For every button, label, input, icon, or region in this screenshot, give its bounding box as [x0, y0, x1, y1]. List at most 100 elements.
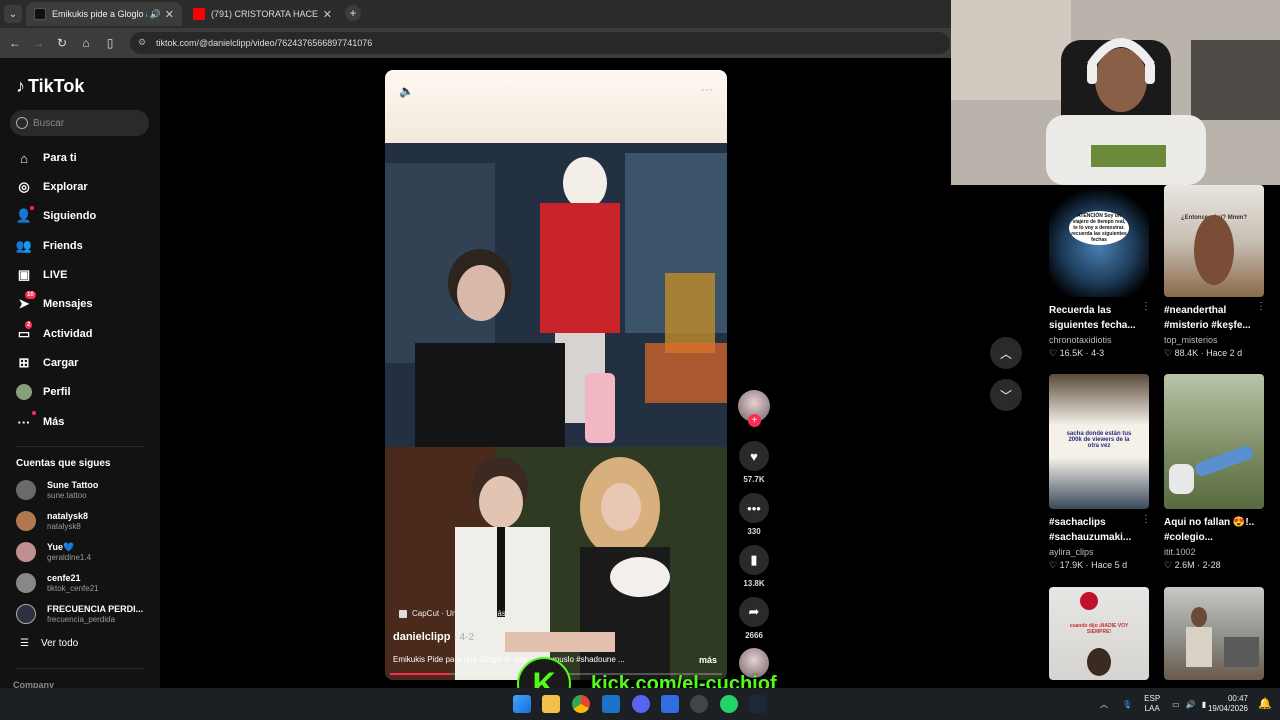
- see-all-button[interactable]: ☰ Ver todo: [20, 638, 78, 649]
- previous-video-button[interactable]: ︿: [990, 337, 1022, 369]
- reco-author: aylira_clips: [1049, 547, 1094, 557]
- reco-card[interactable]: ¿Entonces Así? Mmm? ⋮ #neanderthal #mist…: [1164, 185, 1266, 359]
- comment-button[interactable]: ••• 330: [737, 493, 771, 536]
- more-options-icon[interactable]: ⋮: [1256, 301, 1266, 312]
- author-avatar-button[interactable]: +: [737, 390, 771, 427]
- close-tab-icon[interactable]: ✕: [165, 8, 174, 21]
- follow-plus-icon[interactable]: +: [748, 414, 761, 427]
- home-icon: ⌂: [20, 150, 28, 166]
- reco-thumbnail: ¿Entonces Así? Mmm?: [1164, 185, 1264, 297]
- nav-cargar[interactable]: ⊞ Cargar: [16, 352, 79, 374]
- nav-explorar[interactable]: ◎ Explorar: [16, 176, 87, 198]
- next-video-button[interactable]: ﹀: [990, 379, 1022, 411]
- battery-icon[interactable]: ▮: [1202, 700, 1206, 709]
- address-bar[interactable]: ⚙ tiktok.com/@danielclipp/video/76243765…: [130, 32, 950, 54]
- video-player[interactable]: 🔈 ··· CapCut · Una edición más fácil dan…: [385, 70, 727, 680]
- reco-card[interactable]: ATENCIÓN Soy un viajero de tiempo real, …: [1049, 185, 1151, 359]
- reload-icon[interactable]: ↻: [53, 34, 71, 52]
- microphone-icon[interactable]: 🎙: [1122, 700, 1132, 709]
- following-account[interactable]: cenfe21 tiktok_cenfe21: [16, 570, 99, 596]
- account-username: geraldine1.4: [47, 553, 92, 562]
- network-icon[interactable]: ▭: [1172, 700, 1180, 709]
- account-username: frecuencia_perdida: [47, 615, 116, 624]
- capcut-text: CapCut · Una edición más fácil: [412, 609, 523, 618]
- video-author[interactable]: danielclipp · 4-2: [393, 631, 474, 643]
- following-account[interactable]: natalysk8 natalysk8: [16, 508, 88, 534]
- tab-inactive[interactable]: (791) CRISTORATA HACE COMPRAS ✕: [185, 2, 340, 26]
- reco-card[interactable]: [1164, 587, 1264, 680]
- back-icon[interactable]: ←: [6, 34, 24, 52]
- obs-icon[interactable]: [690, 695, 708, 713]
- reco-thumbnail: cuando dijo ¡NADIE VOY SIEMPRE!: [1049, 587, 1149, 680]
- site-info-icon[interactable]: ⚙: [138, 37, 150, 49]
- reco-likes: 16.5K: [1059, 348, 1084, 358]
- following-account[interactable]: Yue💙 geraldine1.4: [16, 539, 91, 565]
- close-tab-icon[interactable]: ✕: [323, 8, 332, 21]
- windows-start-icon[interactable]: [513, 695, 531, 713]
- notifications-icon[interactable]: 🔔: [1258, 697, 1272, 710]
- video-frame-top: [385, 143, 727, 447]
- whatsapp-icon[interactable]: [720, 695, 738, 713]
- reco-date: Hace 5 d: [1091, 560, 1128, 570]
- discord-icon[interactable]: [632, 695, 650, 713]
- tab-search-button[interactable]: ⌄: [4, 5, 22, 23]
- reco-card[interactable]: sacha donde están tus 200k de viewers de…: [1049, 374, 1151, 571]
- new-tab-button[interactable]: +: [345, 5, 361, 21]
- nav-para-ti[interactable]: ⌂ Para ti: [16, 147, 77, 169]
- sidebar-divider: [16, 446, 144, 447]
- nav-label: Friends: [43, 240, 83, 252]
- heart-outline-icon: ♡: [1049, 348, 1058, 358]
- nav-siguiendo[interactable]: 👤 Siguiendo: [16, 205, 96, 227]
- clock[interactable]: 00:47 19/04/2026: [1208, 694, 1248, 714]
- reco-card[interactable]: Aqui no fallan 😍!.. #colegio... itit.100…: [1164, 374, 1264, 571]
- reco-meta: ♡ 16.5K · 4-3: [1049, 348, 1105, 358]
- nav-live[interactable]: ▣ LIVE: [16, 264, 68, 286]
- volume-icon[interactable]: 🔊: [1186, 700, 1196, 709]
- more-icon: ···: [16, 411, 36, 430]
- reading-mode-icon[interactable]: ▯: [101, 34, 119, 52]
- more-options-icon[interactable]: ⋮: [1141, 301, 1151, 312]
- audio-playing-icon[interactable]: 🔊: [150, 9, 161, 20]
- avatar: [16, 511, 36, 531]
- nav-mas[interactable]: ··· Más: [16, 411, 64, 433]
- chrome-icon[interactable]: [572, 695, 590, 713]
- thumbnail-caption: ATENCIÓN Soy un viajero de tiempo real, …: [1069, 211, 1129, 245]
- tiktok-logo[interactable]: ♪ TikTok: [16, 76, 84, 97]
- tab-active[interactable]: Emikukis pide a Gloglo acompañe muslo 🔊 …: [26, 2, 182, 26]
- reco-date: Hace 2 d: [1206, 348, 1243, 358]
- more-options-icon[interactable]: ⋮: [1141, 514, 1151, 525]
- video-more-icon[interactable]: ···: [701, 82, 713, 96]
- volume-icon[interactable]: 🔈: [399, 84, 414, 98]
- comment-icon: •••: [739, 493, 769, 523]
- video-date: · 4-2: [453, 632, 475, 643]
- tab-title: (791) CRISTORATA HACE COMPRAS: [211, 9, 319, 19]
- nav-mensajes[interactable]: ➤ 10 Mensajes: [16, 291, 93, 315]
- nav-perfil[interactable]: Perfil: [16, 381, 71, 403]
- following-account[interactable]: Sune Tattoo sune.tattoo: [16, 477, 98, 503]
- vscode-icon[interactable]: [602, 695, 620, 713]
- url-text: tiktok.com/@danielclipp/video/7624376566…: [156, 38, 373, 48]
- reco-title: Aqui no fallan 😍!.. #colegio...: [1164, 517, 1255, 543]
- share-button[interactable]: ➦ 2666: [737, 597, 771, 640]
- tray-chevron-icon[interactable]: ︿: [1100, 699, 1108, 710]
- capcut-icon: [399, 609, 407, 618]
- account-name: FRECUENCIA PERDI...: [47, 604, 144, 614]
- reco-thumbnail: ATENCIÓN Soy un viajero de tiempo real, …: [1049, 185, 1149, 297]
- list-icon: ☰: [20, 638, 29, 649]
- nav-friends[interactable]: 👥 Friends: [16, 235, 83, 257]
- app-icon[interactable]: [661, 695, 679, 713]
- save-button[interactable]: ▮ 13.8K: [737, 545, 771, 588]
- file-explorer-icon[interactable]: [542, 695, 560, 713]
- nav-label: LIVE: [43, 269, 68, 281]
- steam-icon[interactable]: [749, 695, 767, 713]
- messages-badge: 10: [25, 291, 36, 299]
- like-button[interactable]: ♥ 57.7K: [737, 441, 771, 484]
- search-input[interactable]: Buscar: [10, 110, 149, 136]
- nav-actividad[interactable]: ▭ 2 Actividad: [16, 321, 93, 345]
- language-indicator[interactable]: ESP LAA: [1144, 694, 1160, 714]
- capcut-label[interactable]: CapCut · Una edición más fácil: [399, 609, 522, 618]
- reco-card[interactable]: cuando dijo ¡NADIE VOY SIEMPRE!: [1049, 587, 1149, 680]
- home-icon[interactable]: ⌂: [77, 34, 95, 52]
- forward-icon[interactable]: →: [29, 34, 47, 52]
- following-account[interactable]: FRECUENCIA PERDI... frecuencia_perdida: [16, 601, 143, 627]
